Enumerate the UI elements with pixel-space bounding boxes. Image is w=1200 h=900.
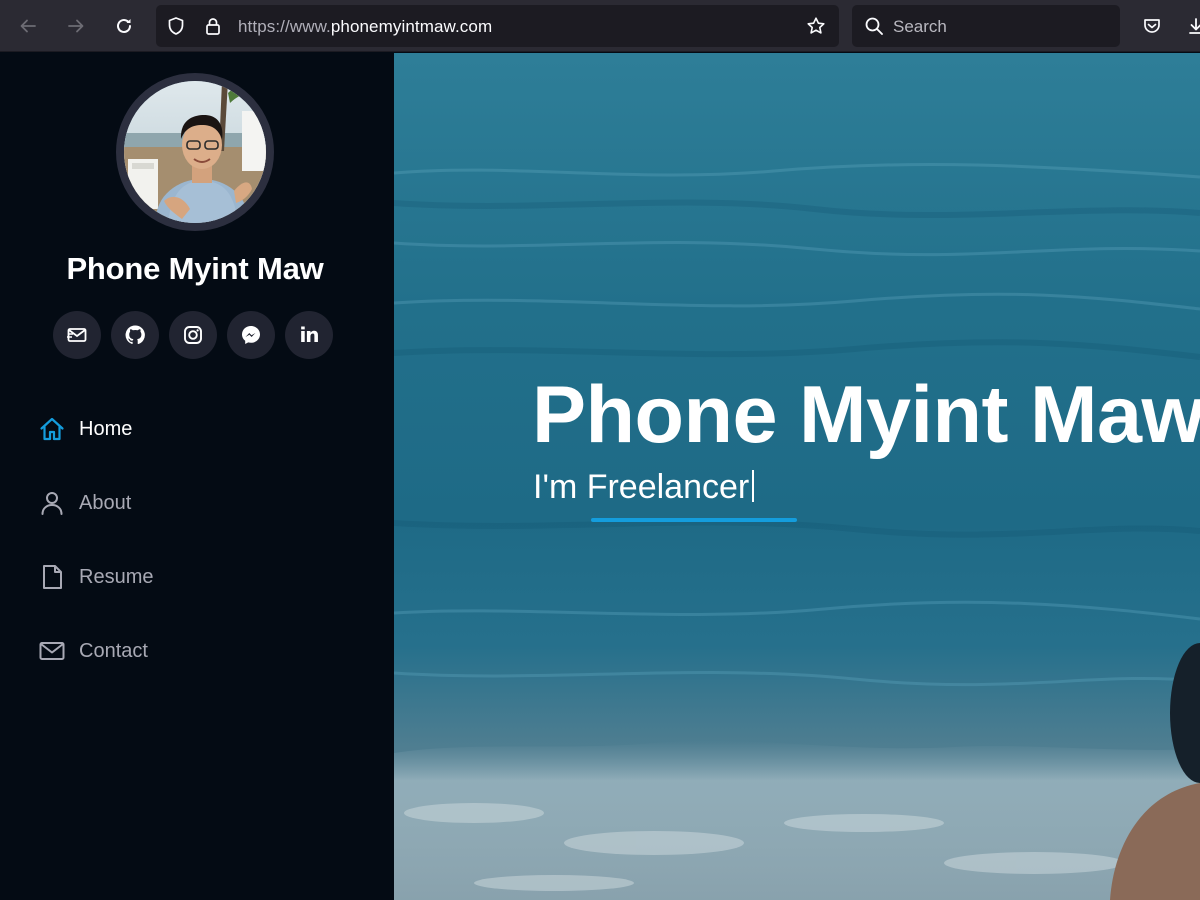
nav-item-about[interactable]: About (38, 483, 338, 523)
lock-icon[interactable] (203, 16, 223, 36)
nav-item-home[interactable]: Home (38, 409, 338, 449)
email-link[interactable] (53, 311, 101, 359)
search-icon (864, 16, 884, 41)
pocket-button[interactable] (1136, 10, 1168, 42)
instagram-link[interactable] (169, 311, 217, 359)
url-bar[interactable]: https://www.phonemyintmaw.com (156, 5, 839, 47)
messenger-icon (242, 326, 260, 344)
hero-title: Phone Myint Maw (532, 370, 1200, 460)
github-icon (125, 325, 145, 345)
forward-button[interactable] (60, 10, 92, 42)
nav-label-contact: Contact (79, 639, 148, 662)
pocket-icon (1144, 19, 1160, 33)
url-text[interactable]: https://www.phonemyintmaw.com (238, 17, 492, 37)
nav-label-resume: Resume (79, 565, 154, 588)
hero-subtitle-prefix: I'm (533, 468, 587, 506)
search-bar[interactable]: Search (852, 5, 1120, 47)
linkedin-icon: in (299, 323, 319, 347)
messenger-link[interactable] (227, 311, 275, 359)
envelope-icon (38, 637, 66, 665)
nav-label-home: Home (79, 417, 133, 440)
star-icon[interactable] (806, 16, 826, 36)
profile-photo (124, 81, 266, 223)
sidebar: Phone Myint Maw in Home About Resume Con… (0, 53, 394, 900)
person-icon (38, 489, 66, 517)
url-protocol: https://www. (238, 17, 331, 36)
hero-background-image (394, 162, 1200, 900)
hero-typed-word: Freelancer (586, 468, 750, 506)
home-icon (38, 415, 66, 443)
nav-item-contact[interactable]: Contact (38, 631, 338, 671)
profile-avatar (116, 73, 274, 231)
hero-section: Phone Myint Maw I'm Freelancer (394, 53, 1200, 900)
forward-arrow-icon (68, 19, 84, 33)
back-button[interactable] (12, 10, 44, 42)
reload-button[interactable] (108, 10, 140, 42)
reload-icon (117, 18, 131, 33)
downloads-button[interactable] (1180, 10, 1200, 42)
search-placeholder: Search (893, 17, 947, 36)
profile-name: Phone Myint Maw (66, 251, 324, 286)
nav-label-about: About (79, 491, 132, 514)
nav-item-resume[interactable]: Resume (38, 557, 338, 597)
hero-subtitle: I'm Freelancer (533, 468, 755, 507)
url-domain: phonemyintmaw.com (330, 17, 493, 36)
download-icon (1189, 18, 1200, 34)
typed-underline (591, 518, 797, 522)
github-link[interactable] (111, 311, 159, 359)
browser-toolbar: https://www.phonemyintmaw.com Search (0, 0, 1200, 52)
linkedin-link[interactable]: in (285, 311, 333, 359)
shield-icon[interactable] (166, 16, 186, 36)
social-links: in (53, 311, 333, 359)
file-icon (38, 563, 66, 591)
typing-cursor (752, 470, 755, 502)
instagram-icon (184, 326, 202, 344)
mail-icon (67, 328, 87, 342)
back-arrow-icon (20, 19, 36, 33)
